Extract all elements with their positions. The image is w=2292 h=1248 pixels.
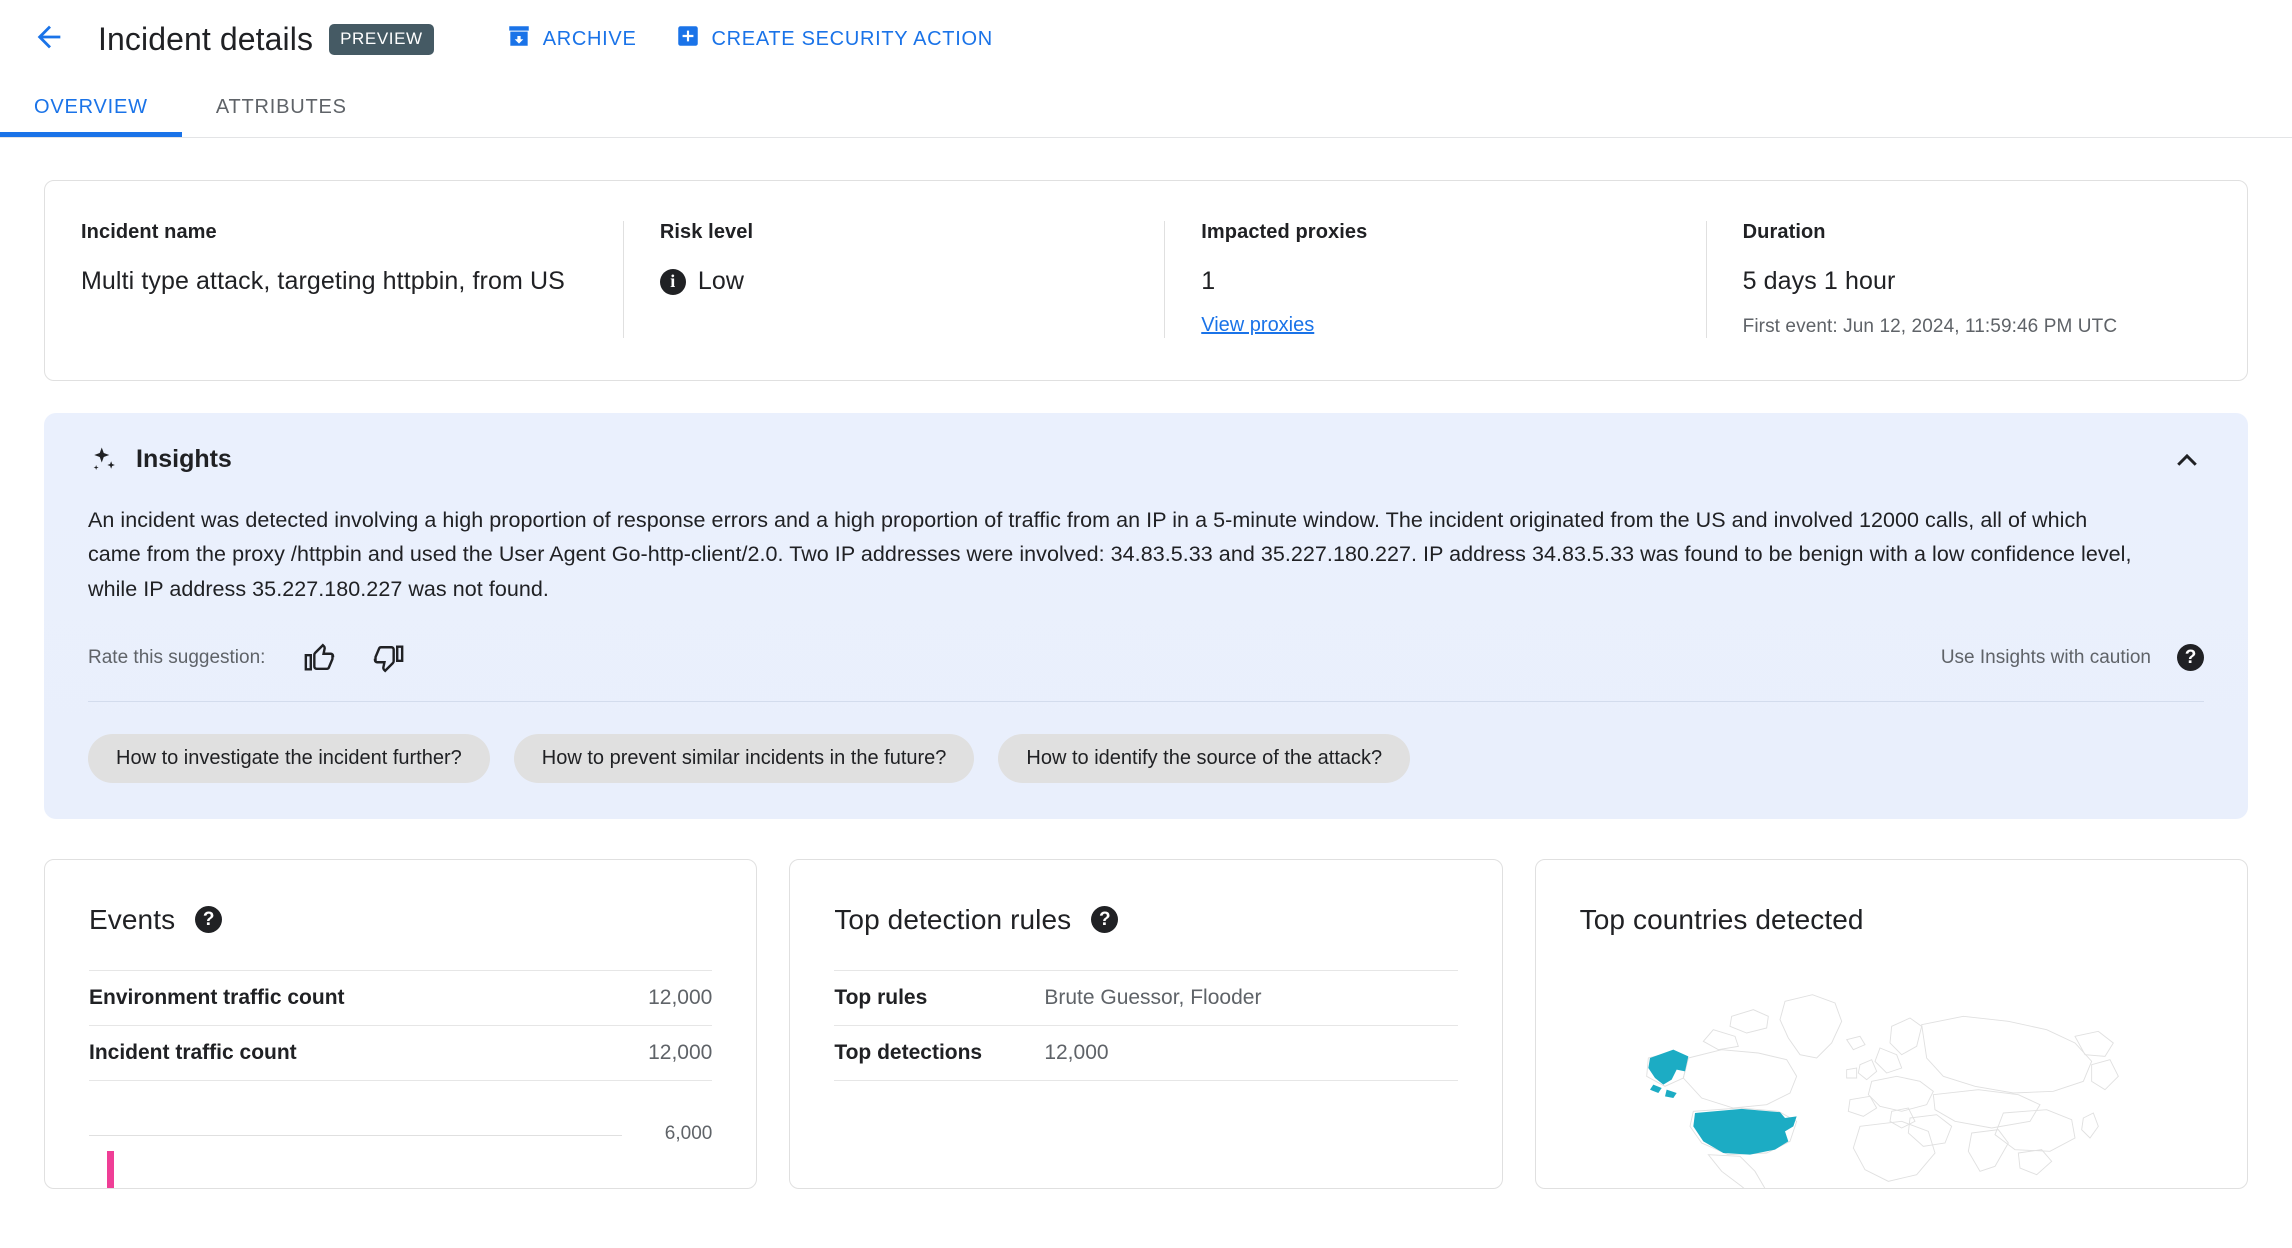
suggestion-chip[interactable]: How to prevent similar incidents in the … <box>513 733 975 783</box>
detection-card-title: Top detection rules <box>834 903 1072 935</box>
countries-card-title: Top countries detected <box>1579 903 1864 935</box>
plus-box-icon <box>675 23 701 55</box>
events-card: Events ? Environment traffic count 12,00… <box>44 858 758 1189</box>
duration-value: 5 days 1 hour <box>1742 267 1896 295</box>
row-value: 12,000 <box>648 1040 713 1064</box>
help-icon[interactable]: ? <box>2177 644 2204 672</box>
events-card-title: Events <box>89 903 176 935</box>
row-key: Environment traffic count <box>89 985 345 1009</box>
map-base-outlines <box>1645 994 2119 1188</box>
countries-card-header: Top countries detected <box>1580 904 2203 936</box>
preview-badge: PREVIEW <box>329 23 434 55</box>
risk-level-value: Low <box>697 267 745 295</box>
events-table: Environment traffic count 12,000 Inciden… <box>89 970 713 1081</box>
events-bar-chart: 6,000 <box>89 1122 713 1188</box>
insights-rate-row: Rate this suggestion: Use Insights with … <box>88 641 2204 702</box>
world-map-svg <box>1645 994 2119 1188</box>
suggestion-chip[interactable]: How to investigate the incident further? <box>88 733 490 783</box>
detection-rules-table: Top rules Brute Guessor, Flooder Top det… <box>834 970 1458 1081</box>
events-card-header: Events ? <box>89 904 712 936</box>
top-bar-actions: ARCHIVE CREATE SECURITY ACTION <box>506 23 993 55</box>
tab-bar: OVERVIEW ATTRIBUTES <box>0 78 2292 138</box>
chart-gridline-label: 6,000 <box>664 1122 713 1144</box>
help-icon[interactable]: ? <box>1091 906 1119 934</box>
top-detection-rules-card: Top detection rules ? Top rules Brute Gu… <box>789 858 1503 1189</box>
rate-label: Rate this suggestion: <box>88 646 266 668</box>
create-security-action-button[interactable]: CREATE SECURITY ACTION <box>675 23 993 55</box>
back-button[interactable] <box>26 16 72 62</box>
chart-bar <box>107 1150 114 1188</box>
world-map[interactable] <box>1536 978 2247 1188</box>
insights-collapse-button[interactable] <box>2170 447 2204 481</box>
thumb-up-icon[interactable] <box>303 641 337 675</box>
top-bar: Incident details PREVIEW ARCHIVE CREATE … <box>0 0 2292 78</box>
table-row: Top rules Brute Guessor, Flooder <box>834 970 1458 1025</box>
overview-content: Incident name Multi type attack, targeti… <box>0 138 2292 1189</box>
insights-body-text: An incident was detected involving a hig… <box>88 507 2132 602</box>
chart-gridline <box>89 1134 623 1136</box>
map-highlighted-regions <box>1647 1049 1797 1155</box>
caution-note: Use Insights with caution ? <box>1940 644 2204 672</box>
row-key: Top rules <box>834 985 928 1009</box>
page-title: Incident details <box>98 20 314 57</box>
row-key: Top detections <box>834 1040 983 1064</box>
row-value: 12,000 <box>1044 1040 1109 1064</box>
insights-header: Insights <box>88 445 2204 475</box>
summary-risk-level: Risk level i Low <box>624 221 1166 338</box>
duration-label: Duration <box>1742 221 1826 243</box>
tab-overview[interactable]: OVERVIEW <box>0 78 182 137</box>
sparkle-icon <box>88 445 118 475</box>
impacted-proxies-value: 1 <box>1201 267 1216 295</box>
table-row: Environment traffic count 12,000 <box>89 970 713 1025</box>
row-value: Brute Guessor, Flooder <box>1044 985 1262 1009</box>
tab-overview-label: OVERVIEW <box>34 96 148 118</box>
tab-attributes[interactable]: ATTRIBUTES <box>182 78 381 137</box>
help-icon[interactable]: ? <box>195 906 223 934</box>
arrow-back-icon <box>32 20 66 59</box>
detection-card-header: Top detection rules ? <box>834 904 1457 936</box>
thumb-down-icon[interactable] <box>371 641 405 675</box>
row-key: Incident traffic count <box>89 1040 297 1064</box>
archive-label: ARCHIVE <box>542 27 637 50</box>
table-row: Top detections 12,000 <box>834 1025 1458 1081</box>
suggestion-chip[interactable]: How to identify the source of the attack… <box>998 733 1411 783</box>
chevron-up-icon <box>2172 446 2202 481</box>
incident-name-value: Multi type attack, targeting httpbin, fr… <box>81 267 565 295</box>
archive-icon <box>506 23 532 55</box>
row-value: 12,000 <box>648 985 713 1009</box>
incident-name-label: Incident name <box>81 221 217 243</box>
suggestion-chips: How to investigate the incident further?… <box>88 733 2204 783</box>
top-countries-card: Top countries detected <box>1534 858 2248 1189</box>
insights-panel: Insights An incident was detected involv… <box>44 412 2248 819</box>
insights-title: Insights <box>136 445 232 473</box>
incident-summary-card: Incident name Multi type attack, targeti… <box>44 180 2248 381</box>
bottom-cards-row: Events ? Environment traffic count 12,00… <box>44 858 2248 1189</box>
caution-text: Use Insights with caution <box>1940 646 2151 668</box>
view-proxies-link[interactable]: View proxies <box>1201 314 1314 337</box>
summary-impacted-proxies: Impacted proxies 1 View proxies <box>1165 221 1707 338</box>
info-icon: i <box>659 268 686 295</box>
risk-level-value-row: i Low <box>659 264 1128 300</box>
impacted-proxies-label: Impacted proxies <box>1201 221 1368 243</box>
tab-attributes-label: ATTRIBUTES <box>215 96 347 118</box>
first-event-text: First event: Jun 12, 2024, 11:59:46 PM U… <box>1742 315 2118 337</box>
summary-incident-name: Incident name Multi type attack, targeti… <box>45 221 624 338</box>
table-row: Incident traffic count 12,000 <box>89 1025 713 1081</box>
create-security-action-label: CREATE SECURITY ACTION <box>711 27 993 50</box>
summary-duration: Duration 5 days 1 hour First event: Jun … <box>1707 221 2247 338</box>
rating-buttons <box>303 641 405 675</box>
archive-button[interactable]: ARCHIVE <box>506 23 637 55</box>
risk-level-label: Risk level <box>659 221 754 243</box>
